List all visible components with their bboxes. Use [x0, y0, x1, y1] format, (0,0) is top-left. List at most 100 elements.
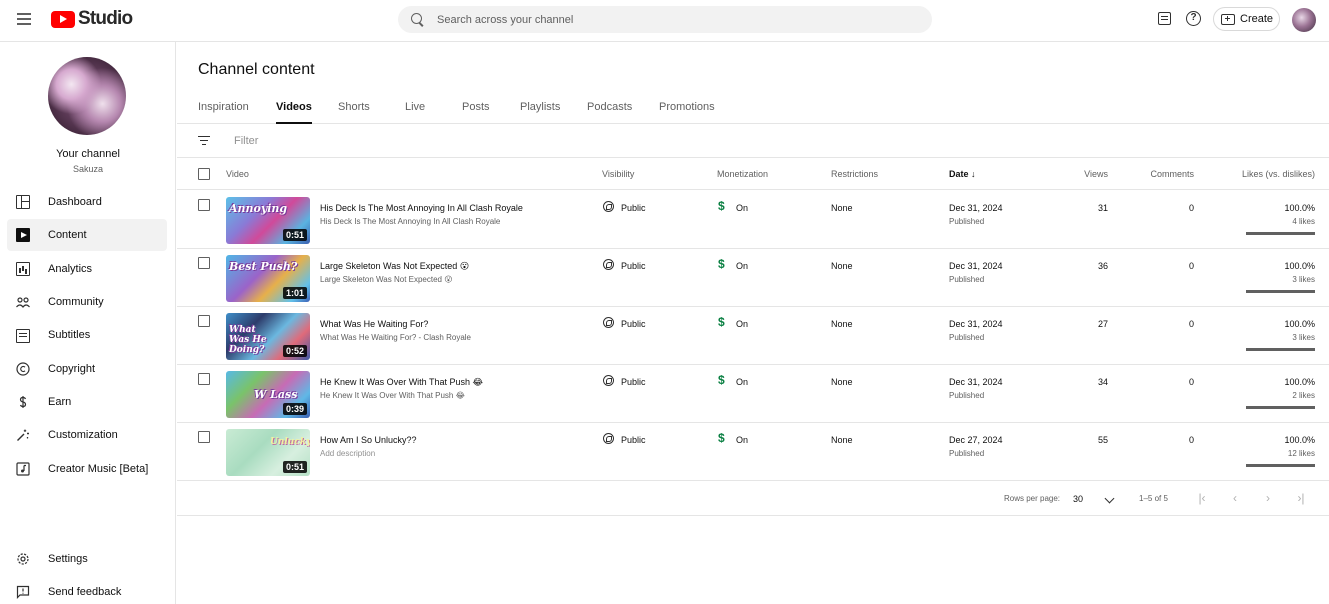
publish-status: Published: [949, 391, 985, 400]
sidebar-item-creator-music[interactable]: Creator Music [Beta]: [7, 453, 167, 485]
video-thumbnail[interactable]: Annoying 0:51: [226, 197, 310, 244]
studio-logo[interactable]: Studio: [51, 8, 133, 29]
menu-icon[interactable]: [17, 13, 31, 25]
search-input[interactable]: [437, 13, 897, 26]
dollar-icon[interactable]: $: [718, 315, 725, 329]
sidebar-item-earn[interactable]: Earn: [7, 386, 167, 418]
dollar-icon[interactable]: $: [718, 373, 725, 387]
column-visibility[interactable]: Visibility: [602, 169, 634, 179]
sidebar-item-send-feedback[interactable]: Send feedback: [7, 576, 167, 604]
table-row[interactable]: What Was He Doing? 0:52 What Was He Wait…: [177, 307, 1329, 365]
community-icon: [16, 295, 30, 309]
video-description: He Knew It Was Over With That Push 😂: [320, 391, 465, 400]
help-icon[interactable]: ?: [1186, 11, 1201, 26]
tab-playlists[interactable]: Playlists: [520, 101, 560, 122]
globe-icon[interactable]: [603, 317, 614, 328]
video-title[interactable]: He Knew It Was Over With That Push 😂: [320, 377, 483, 388]
sidebar-item-dashboard[interactable]: Dashboard: [7, 186, 167, 218]
sidebar-item-copyright[interactable]: Copyright: [7, 353, 167, 385]
sidebar-item-label: Customization: [48, 429, 118, 441]
tab-podcasts[interactable]: Podcasts: [587, 101, 632, 122]
column-monetization[interactable]: Monetization: [717, 169, 768, 179]
column-restrictions[interactable]: Restrictions: [831, 169, 878, 179]
video-thumbnail[interactable]: W Lass 0:39: [226, 371, 310, 418]
tab-live[interactable]: Live: [405, 101, 425, 122]
monetization-value[interactable]: On: [736, 377, 748, 387]
visibility-value[interactable]: Public: [621, 261, 646, 271]
filter-input[interactable]: Filter: [234, 135, 258, 147]
tab-promotions[interactable]: Promotions: [659, 101, 715, 122]
video-title[interactable]: How Am I So Unlucky??: [320, 435, 417, 445]
sidebar-item-community[interactable]: Community: [7, 286, 167, 318]
table-row[interactable]: Best Push? 1:01 Large Skeleton Was Not E…: [177, 249, 1329, 307]
tab-videos[interactable]: Videos: [276, 101, 312, 124]
messages-icon[interactable]: [1158, 12, 1171, 25]
date-value: Dec 31, 2024: [949, 203, 1003, 213]
column-views[interactable]: Views: [1084, 169, 1108, 179]
globe-icon[interactable]: [603, 201, 614, 212]
rows-per-page-select[interactable]: 30: [1073, 494, 1083, 504]
feedback-icon: [16, 585, 30, 599]
row-checkbox[interactable]: [198, 199, 210, 211]
column-likes[interactable]: Likes (vs. dislikes): [1242, 169, 1315, 179]
monetization-value[interactable]: On: [736, 261, 748, 271]
table-row[interactable]: Annoying 0:51 His Deck Is The Most Annoy…: [177, 191, 1329, 249]
video-thumbnail[interactable]: What Was He Doing? 0:52: [226, 313, 310, 360]
row-checkbox[interactable]: [198, 373, 210, 385]
sidebar-item-content[interactable]: Content: [7, 219, 167, 251]
dollar-icon[interactable]: $: [718, 257, 725, 271]
video-title[interactable]: What Was He Waiting For?: [320, 319, 428, 329]
last-page-icon[interactable]: ›|: [1294, 492, 1308, 506]
visibility-value[interactable]: Public: [621, 203, 646, 213]
globe-icon[interactable]: [603, 259, 614, 270]
video-thumbnail[interactable]: Unlucky 0:51: [226, 429, 310, 476]
column-comments[interactable]: Comments: [1150, 169, 1194, 179]
table-row[interactable]: W Lass 0:39 He Knew It Was Over With Tha…: [177, 365, 1329, 423]
tab-shorts[interactable]: Shorts: [338, 101, 370, 122]
sidebar-item-analytics[interactable]: Analytics: [7, 253, 167, 285]
globe-icon[interactable]: [603, 375, 614, 386]
visibility-value[interactable]: Public: [621, 435, 646, 445]
video-description[interactable]: Add description: [320, 449, 375, 458]
row-checkbox[interactable]: [198, 315, 210, 327]
column-date[interactable]: Date ↓: [949, 169, 976, 179]
video-title[interactable]: Large Skeleton Was Not Expected 😮: [320, 261, 469, 272]
monetization-value[interactable]: On: [736, 319, 748, 329]
next-page-icon[interactable]: ›: [1261, 492, 1275, 506]
visibility-value[interactable]: Public: [621, 319, 646, 329]
select-all-checkbox[interactable]: [198, 168, 210, 180]
customization-icon: [16, 428, 30, 442]
channel-avatar[interactable]: [48, 57, 126, 135]
views-value: 55: [1097, 435, 1108, 445]
sidebar-item-settings[interactable]: Settings: [7, 543, 167, 575]
dollar-icon[interactable]: $: [718, 199, 725, 213]
comments-value: 0: [1188, 435, 1194, 445]
search-bar[interactable]: [398, 6, 932, 33]
dollar-icon[interactable]: $: [718, 431, 725, 445]
row-checkbox[interactable]: [198, 431, 210, 443]
row-checkbox[interactable]: [198, 257, 210, 269]
video-duration: 0:39: [282, 403, 307, 415]
tab-inspiration[interactable]: Inspiration: [198, 101, 249, 122]
globe-icon[interactable]: [603, 433, 614, 444]
first-page-icon[interactable]: |‹: [1195, 492, 1209, 506]
table-row[interactable]: Unlucky 0:51 How Am I So Unlucky?? Add d…: [177, 423, 1329, 481]
monetization-value[interactable]: On: [736, 203, 748, 213]
thumbnail-text: Annoying: [229, 202, 288, 215]
filter-bar[interactable]: Filter: [177, 124, 1329, 158]
tab-posts[interactable]: Posts: [462, 101, 490, 122]
chevron-down-icon[interactable]: [1104, 493, 1115, 504]
visibility-value[interactable]: Public: [621, 377, 646, 387]
likes-percent: 100.0%: [1284, 261, 1315, 271]
video-thumbnail[interactable]: Best Push? 1:01: [226, 255, 310, 302]
create-button[interactable]: Create: [1213, 7, 1280, 31]
monetization-value[interactable]: On: [736, 435, 748, 445]
filter-icon[interactable]: [198, 136, 210, 146]
sidebar-item-label: Earn: [48, 396, 72, 408]
sidebar-item-customization[interactable]: Customization: [7, 419, 167, 451]
sidebar-item-subtitles[interactable]: Subtitles: [7, 319, 167, 351]
search-icon[interactable]: [410, 12, 426, 28]
video-title[interactable]: His Deck Is The Most Annoying In All Cla…: [320, 203, 523, 213]
account-avatar[interactable]: [1292, 8, 1316, 32]
previous-page-icon[interactable]: ‹: [1228, 492, 1242, 506]
